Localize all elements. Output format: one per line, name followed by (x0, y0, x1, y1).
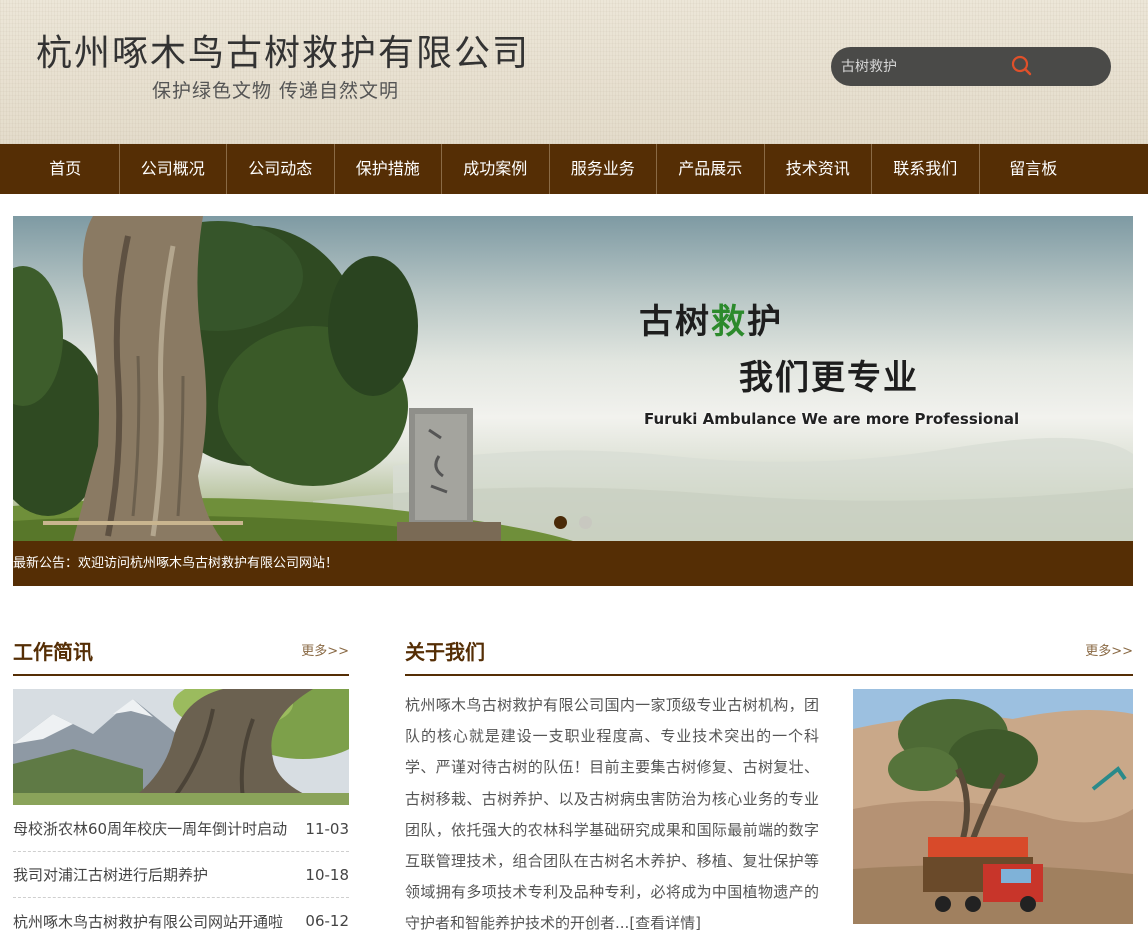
main-nav: 首页 公司概况 公司动态 保护措施 成功案例 服务业务 产品展示 技术资讯 联系… (0, 144, 1148, 194)
news-more-link[interactable]: 更多>> (301, 640, 349, 659)
search-box (831, 47, 1111, 86)
site-title[interactable]: 杭州啄木鸟古树救护有限公司 (36, 24, 530, 76)
nav-message-board[interactable]: 留言板 (980, 144, 1088, 194)
news-section-header: 工作简讯 更多>> (13, 634, 349, 676)
news-item-date: 10-18 (305, 865, 349, 884)
site-slogan: 保护绿色文物 传递自然文明 (152, 80, 400, 102)
banner-headline-highlight: 救 (711, 302, 747, 342)
hero-banner[interactable]: 古树救护 我们更专业 Furuki Ambulance We are more … (13, 216, 1133, 541)
nav-contact[interactable]: 联系我们 (872, 144, 980, 194)
news-item[interactable]: 我司对浦江古树进行后期养护 10-18 (13, 852, 349, 898)
nav-tech-info[interactable]: 技术资讯 (765, 144, 872, 194)
news-image[interactable] (13, 689, 349, 805)
banner-subline: 我们更专业 (739, 358, 919, 398)
about-text-body: 杭州啄木鸟古树救护有限公司国内一家顶级专业古树机构，团队的核心就是建设一支职业程… (405, 696, 819, 933)
news-item[interactable]: 母校浙农林60周年校庆一周年倒计时启动 11-03 (13, 806, 349, 852)
banner-headline: 古树救护 (639, 302, 783, 342)
search-input[interactable] (841, 57, 1001, 77)
news-item[interactable]: 杭州啄木鸟古树救护有限公司网站开通啦 06-12 (13, 898, 349, 944)
news-section-title: 工作简讯 (13, 640, 93, 664)
banner-illustration (13, 216, 1133, 541)
news-item-title[interactable]: 我司对浦江古树进行后期养护 (13, 864, 208, 885)
slide-dot-1[interactable] (554, 516, 567, 529)
notice-bar: 最新公告：欢迎访问杭州啄木鸟古树救护有限公司网站！ (13, 541, 1133, 586)
nav-company-overview[interactable]: 公司概况 (120, 144, 227, 194)
ancient-tree-photo (13, 689, 349, 805)
news-item-title[interactable]: 杭州啄木鸟古树救护有限公司网站开通啦 (13, 911, 283, 932)
about-more-link[interactable]: 更多>> (1085, 640, 1133, 659)
news-item-date: 11-03 (305, 819, 349, 838)
tree-transport-photo (853, 689, 1133, 924)
about-section-title: 关于我们 (405, 640, 485, 664)
nav-services[interactable]: 服务业务 (550, 144, 657, 194)
search-icon[interactable] (1008, 53, 1036, 81)
nav-protection-measures[interactable]: 保护措施 (335, 144, 442, 194)
banner-english-tagline: Furuki Ambulance We are more Professiona… (644, 410, 1020, 428)
site-header: 杭州啄木鸟古树救护有限公司 保护绿色文物 传递自然文明 (0, 0, 1148, 144)
view-details-link[interactable]: [查看详情] (629, 914, 701, 932)
news-item-date: 06-12 (305, 912, 349, 930)
about-description: 杭州啄木鸟古树救护有限公司国内一家顶级专业古树机构，团队的核心就是建设一支职业程… (405, 690, 819, 940)
about-image[interactable] (853, 689, 1133, 924)
news-item-title[interactable]: 母校浙农林60周年校庆一周年倒计时启动 (13, 818, 287, 839)
about-section-header: 关于我们 更多>> (405, 634, 1133, 676)
nav-success-cases[interactable]: 成功案例 (442, 144, 550, 194)
nav-home[interactable]: 首页 (12, 144, 120, 194)
slide-dot-2[interactable] (579, 516, 592, 529)
news-list: 母校浙农林60周年校庆一周年倒计时启动 11-03 我司对浦江古树进行后期养护 … (13, 806, 349, 944)
nav-products[interactable]: 产品展示 (657, 144, 765, 194)
nav-company-news[interactable]: 公司动态 (227, 144, 335, 194)
